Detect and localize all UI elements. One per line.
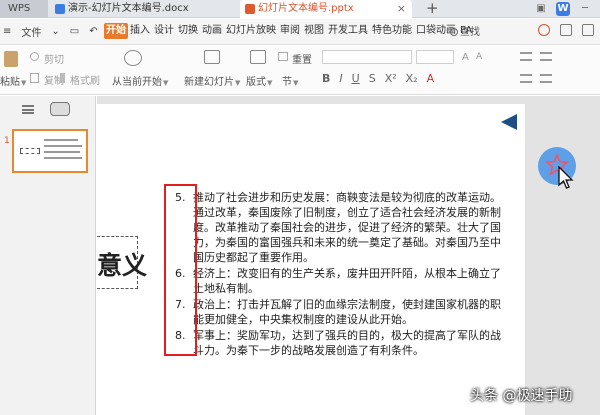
font-size-field[interactable] — [416, 50, 454, 64]
wps-home-button[interactable]: WPS — [0, 0, 48, 18]
toolbar-ribbon: 粘贴▼ 剪切 复制 格式刷 从当前开始▼ 新建幻灯片▼ 版式▼ 节▼ 重置 A … — [0, 46, 600, 95]
underline-icon[interactable]: U — [352, 72, 360, 85]
thumbnail-text-line — [44, 151, 80, 153]
new-tab-button[interactable]: + — [426, 0, 439, 18]
item-text: 政治上：打击并瓦解了旧的血缘宗法制度，使封建国家机器的职能更加健全，中央集权制度… — [193, 298, 501, 326]
tab-animation[interactable]: 动画 — [200, 23, 224, 39]
mouse-cursor-icon — [558, 166, 574, 189]
decrease-font-icon[interactable]: A — [476, 52, 488, 64]
presentation-icon — [245, 4, 255, 14]
thumbnail-text-line — [44, 145, 82, 147]
item-text: 军事上：奖励军功，达到了强兵的目的，极大的提高了军队的战斗力。为秦下一步的战略发… — [193, 329, 501, 357]
more-options-icon[interactable] — [582, 24, 594, 36]
undo-icon[interactable]: ↶ — [86, 25, 100, 38]
tab-insert[interactable]: 插入 — [128, 23, 152, 39]
format-painter-button[interactable]: 格式刷 — [70, 72, 100, 87]
paste-button[interactable]: 粘贴▼ — [0, 73, 26, 88]
tab-docx-document[interactable]: 演示-幻灯片文本编号.docx — [52, 0, 236, 18]
search-button[interactable]: 查找 — [450, 23, 480, 38]
scissors-icon — [30, 52, 39, 61]
item-text: 经济上：改变旧有的生产关系，废井田开阡陌，从根本上确立了土地私有制。 — [193, 267, 501, 295]
outline-view-icon[interactable] — [22, 105, 34, 114]
close-tab-icon[interactable]: × — [397, 0, 406, 18]
align-icon[interactable] — [520, 74, 532, 83]
slide-view-icon[interactable] — [50, 102, 70, 116]
line-spacing-icon[interactable] — [540, 74, 552, 83]
slide-canvas[interactable]: 意义 5. 推动了社会进步和历史发展：商鞅变法是较为彻底的改革运动。通过改革，秦… — [97, 104, 525, 415]
wps-account-icon[interactable]: W — [556, 2, 570, 16]
item-text: 推动了社会进步和历史发展：商鞅变法是较为彻底的改革运动。通过改革，秦国废除了旧制… — [193, 191, 501, 264]
chevron-down-icon[interactable]: ⌄ — [48, 25, 62, 38]
reset-button[interactable]: 重置 — [292, 51, 312, 66]
window-switch-icon[interactable]: ▣ — [534, 2, 548, 16]
tab-features[interactable]: 特色功能 — [370, 23, 414, 39]
tab-pptx-document[interactable]: 幻灯片文本编号.pptx × — [240, 0, 412, 18]
from-current-button[interactable]: 从当前开始▼ — [112, 73, 168, 88]
slide-editing-area: 意义 5. 推动了社会进步和历史发展：商鞅变法是较为彻底的改革运动。通过改革，秦… — [97, 96, 600, 415]
corner-decoration-icon — [501, 114, 517, 130]
tab-design[interactable]: 设计 — [152, 23, 176, 39]
list-item: 7. 政治上：打击并瓦解了旧的血缘宗法制度，使封建国家机器的职能更加健全，中央集… — [167, 297, 507, 327]
search-label: 查找 — [460, 27, 480, 38]
copy-icon — [30, 73, 39, 83]
brush-icon — [60, 73, 65, 83]
tab-slideshow[interactable]: 幻灯片放映 — [224, 23, 278, 39]
new-slide-button[interactable]: 新建幻灯片▼ — [184, 73, 240, 88]
cloud-sync-icon[interactable] — [538, 24, 550, 36]
title-tab-bar: WPS 演示-幻灯片文本编号.docx 幻灯片文本编号.pptx × + ▣ W… — [0, 0, 600, 18]
file-menu[interactable]: 文件 — [18, 23, 44, 40]
paste-icon[interactable] — [4, 51, 18, 67]
list-item: 5. 推动了社会进步和历史发展：商鞅变法是较为彻底的改革运动。通过改革，秦国废除… — [167, 190, 507, 265]
tab-developer[interactable]: 开发工具 — [326, 23, 370, 39]
layout-button[interactable]: 版式▼ — [246, 73, 272, 88]
thumbnail-text-line — [44, 157, 82, 159]
slide-number: 1 — [4, 136, 10, 146]
tab-view[interactable]: 视图 — [302, 23, 326, 39]
slide-title-fragment: 意义 — [97, 251, 148, 280]
slide-thumbnail-panel: 1 — [0, 96, 96, 415]
numbering-icon[interactable] — [540, 52, 552, 61]
font-color-icon[interactable]: A — [427, 72, 435, 85]
tab-review[interactable]: 审阅 — [278, 23, 302, 39]
list-item: 6. 经济上：改变旧有的生产关系，废井田开阡陌，从根本上确立了土地私有制。 — [167, 266, 507, 296]
ribbon-tabs: 开始 插入 设计 切换 动画 幻灯片放映 审阅 视图 开发工具 特色功能 口袋动… — [104, 23, 474, 39]
thumbnail-text-line — [44, 139, 78, 141]
numbered-text-box[interactable]: 5. 推动了社会进步和历史发展：商鞅变法是较为彻底的改革运动。通过改革，秦国废除… — [167, 190, 507, 358]
strikethrough-icon[interactable]: S — [369, 72, 376, 85]
tab-transition[interactable]: 切换 — [176, 23, 200, 39]
minimize-icon[interactable]: ─ — [578, 2, 592, 16]
wps-label: WPS — [8, 3, 31, 14]
watermark-text: 头条 @极速手助 — [470, 388, 573, 404]
slide-thumbnail[interactable] — [12, 129, 88, 173]
bullets-icon[interactable] — [520, 52, 532, 61]
increase-font-icon[interactable]: A — [462, 52, 474, 64]
bold-icon[interactable]: B — [322, 72, 330, 85]
font-name-field[interactable] — [322, 50, 412, 64]
panel-view-switcher — [0, 96, 96, 122]
list-item: 8. 军事上：奖励军功，达到了强兵的目的，极大的提高了军队的战斗力。为秦下一步的… — [167, 328, 507, 358]
italic-icon[interactable]: I — [339, 72, 342, 85]
tab-docx-label: 演示-幻灯片文本编号.docx — [68, 3, 189, 14]
superscript-icon[interactable]: X² — [385, 72, 397, 85]
save-icon[interactable]: ▭ — [67, 25, 82, 38]
reset-icon — [278, 52, 288, 61]
share-icon[interactable] — [560, 24, 572, 36]
cut-button[interactable]: 剪切 — [44, 51, 64, 66]
search-icon — [450, 28, 458, 36]
number-highlight-box — [164, 184, 197, 356]
tab-pptx-label: 幻灯片文本编号.pptx — [258, 3, 354, 14]
thumbnail-title-box — [20, 148, 40, 154]
word-doc-icon — [55, 4, 65, 14]
hamburger-menu-icon[interactable]: ≡ — [0, 25, 14, 38]
menu-bar: ≡ 文件 ⌄ ▭ ↶ 开始 插入 设计 切换 动画 幻灯片放映 审阅 视图 开发… — [0, 19, 600, 45]
section-button[interactable]: 节▼ — [282, 73, 298, 88]
layout-icon[interactable] — [250, 50, 266, 64]
new-slide-icon[interactable] — [204, 50, 220, 64]
tab-home[interactable]: 开始 — [104, 23, 128, 39]
play-icon[interactable] — [124, 50, 142, 66]
subscript-icon[interactable]: X₂ — [406, 72, 418, 85]
